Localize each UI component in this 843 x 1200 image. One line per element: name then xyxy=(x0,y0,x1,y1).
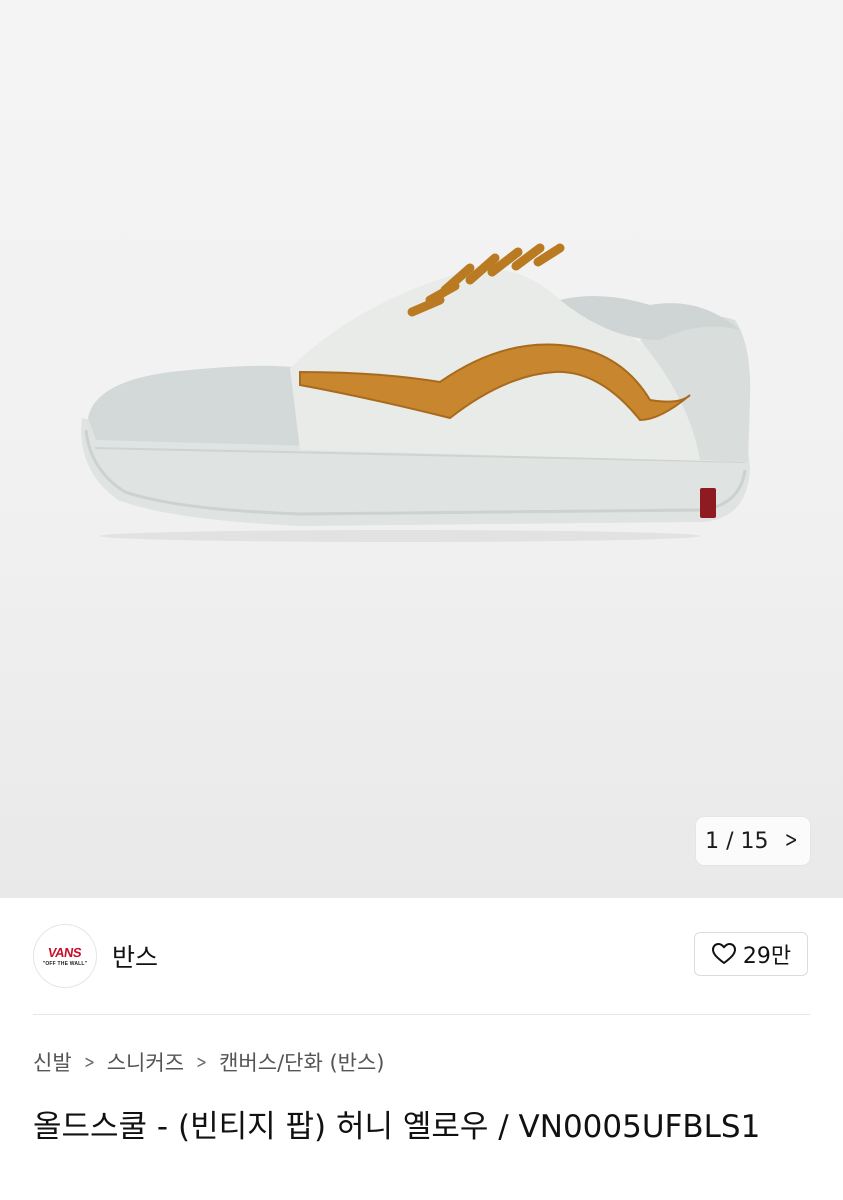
breadcrumb-item[interactable]: 스니커즈 xyxy=(107,1047,184,1077)
brand-logo-tagline: "OFF THE WALL" xyxy=(42,960,88,967)
product-image-gallery[interactable]: 1 / 15 > xyxy=(0,0,843,898)
breadcrumb: 신발 > 스니커즈 > 캔버스/단화 (반스) xyxy=(33,1047,385,1077)
product-title: 올드스쿨 - (빈티지 팝) 허니 옐로우 / VN0005UFBLS1 xyxy=(33,1109,761,1145)
like-button[interactable]: 29만 xyxy=(694,932,808,976)
like-count: 29만 xyxy=(742,944,792,969)
chevron-right-icon: > xyxy=(196,1051,207,1073)
image-counter-text: 1 / 15 xyxy=(705,828,769,854)
chevron-right-icon[interactable]: > xyxy=(785,830,798,852)
chevron-right-icon: > xyxy=(83,1051,95,1073)
breadcrumb-item[interactable]: 신발 xyxy=(33,1047,72,1077)
brand-name[interactable]: 반스 xyxy=(112,938,158,974)
image-page-indicator[interactable]: 1 / 15 > xyxy=(696,817,810,865)
brand-logo[interactable]: VANS "OFF THE WALL" xyxy=(33,924,97,988)
breadcrumb-item[interactable]: 캔버스/단화 (반스) xyxy=(219,1047,384,1077)
brand-row: VANS "OFF THE WALL" 반스 29만 xyxy=(0,898,843,1014)
divider xyxy=(33,1014,810,1015)
product-image xyxy=(81,243,751,542)
heart-outline-icon xyxy=(711,943,736,964)
brand-logo-text: VANS xyxy=(47,944,83,960)
